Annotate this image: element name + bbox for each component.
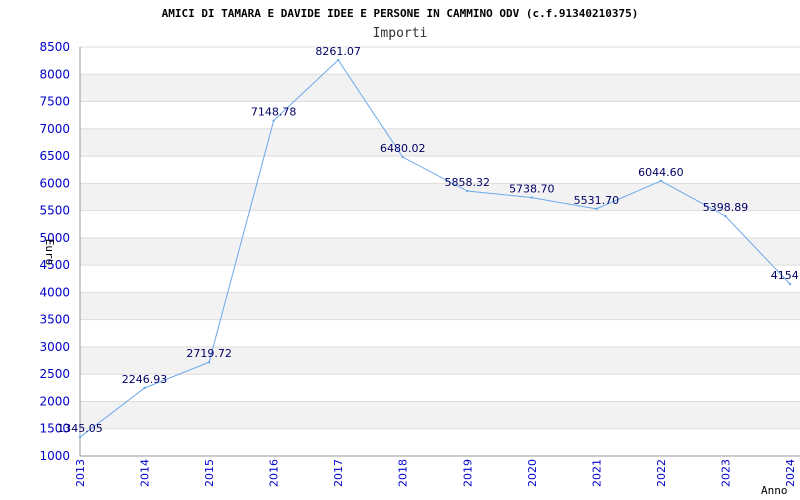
- x-tick-labels: 2013 2014 2015 2016 2017 2018 2019 2020 2021 2022…: [74, 459, 797, 487]
- data-point: [401, 155, 404, 159]
- background-band: [80, 183, 800, 211]
- x-tick-label: 2016: [268, 459, 281, 487]
- data-label: 5858.32: [445, 176, 491, 189]
- x-tick-label: 2023: [719, 459, 732, 487]
- x-tick-label: 2024: [784, 459, 797, 487]
- data-label: 1345.05: [57, 422, 103, 435]
- x-tick-label: 2017: [332, 459, 345, 487]
- data-point: [143, 386, 146, 390]
- data-point: [272, 119, 275, 122]
- data-label: 5738.70: [509, 183, 555, 196]
- x-axis-label: Anno: [761, 484, 788, 497]
- x-tick-label: 2019: [461, 459, 474, 487]
- data-label: 2719.72: [186, 347, 232, 360]
- x-tick-label: 2021: [590, 459, 603, 487]
- data-label: 5398.89: [703, 201, 749, 214]
- background-band: [80, 74, 800, 102]
- data-point: [336, 58, 340, 62]
- data-label: 8261.07: [315, 45, 361, 58]
- y-tick-label: 6000: [39, 176, 70, 190]
- y-tick-label: 6500: [39, 149, 70, 163]
- y-tick-label: 2500: [39, 367, 70, 381]
- y-axis-label: Euro: [43, 239, 56, 266]
- x-tick-label: 2013: [74, 459, 87, 487]
- background-band: [80, 237, 800, 266]
- chart-title: AMICI DI TAMARA E DAVIDE IDEE E PERSONE …: [162, 7, 639, 20]
- x-tick-label: 2020: [526, 459, 539, 487]
- data-point: [659, 179, 663, 183]
- data-point: [207, 361, 211, 364]
- x-tick-label: 2014: [139, 459, 152, 487]
- data-label: 6044.60: [638, 166, 684, 179]
- y-tick-label: 2000: [39, 394, 70, 408]
- data-label: 7148.78: [251, 106, 297, 119]
- y-tick-label: 3500: [39, 313, 70, 327]
- y-tick-label: 3000: [39, 340, 70, 354]
- data-point: [595, 207, 598, 211]
- y-tick-label: 7000: [39, 122, 70, 136]
- data-point: [78, 435, 82, 439]
- y-tick-label: 8500: [39, 40, 70, 54]
- x-tick-label: 2022: [655, 459, 668, 487]
- data-label: 2246.93: [122, 373, 168, 386]
- line-chart: 1000150020002500300035004000450050005500…: [39, 7, 800, 497]
- chart-subtitle: Importi: [373, 26, 428, 41]
- data-point: [788, 282, 792, 286]
- data-label: 5531.70: [574, 194, 620, 207]
- x-tick-label: 2015: [203, 459, 216, 487]
- y-tick-label: 8000: [39, 67, 70, 81]
- data-point: [724, 214, 727, 218]
- y-tick-label: 5500: [39, 204, 70, 218]
- y-tick-label: 7500: [39, 95, 70, 109]
- data-point: [466, 189, 469, 193]
- background-band: [80, 401, 800, 429]
- data-label: 4154.1: [771, 269, 800, 282]
- y-tick-label: 4000: [39, 285, 70, 299]
- y-tick-label: 1000: [39, 449, 70, 463]
- data-point: [530, 196, 534, 199]
- background-bands: [80, 74, 800, 429]
- background-band: [80, 292, 800, 320]
- background-band: [80, 128, 800, 157]
- data-label: 6480.02: [380, 142, 426, 155]
- x-tick-label: 2018: [397, 459, 410, 487]
